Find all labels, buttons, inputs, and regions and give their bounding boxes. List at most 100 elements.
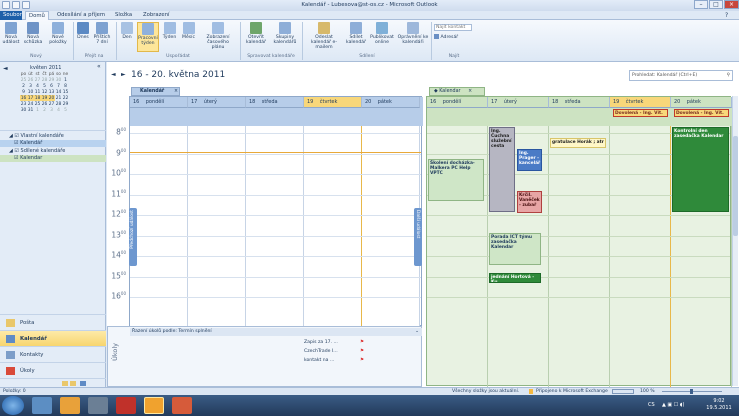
shared-day-header[interactable]: 18 středa (549, 97, 610, 108)
mini-calendar-day[interactable]: 30 (55, 77, 62, 83)
task-item[interactable]: Zapis za 17. ... ⚑ (304, 339, 364, 347)
calendar-button[interactable]: Kalendář (0, 330, 106, 346)
mini-calendar-day[interactable]: 26 (41, 101, 48, 107)
calendar-item[interactable]: ☑ Kalendar (0, 155, 106, 162)
open-calendar-button[interactable]: Otevřít kalendář (243, 22, 269, 52)
tray-icons[interactable]: ▲ ▣ ☐ ◖) (662, 402, 684, 408)
calendar-permissions-button[interactable]: Oprávnění ke kalendáři (397, 22, 429, 52)
vertical-scrollbar[interactable] (732, 96, 738, 386)
task-item[interactable]: CzechTrade I... ⚑ (304, 348, 364, 356)
allday-event[interactable]: Dovolená - Ing. Vít. (674, 109, 729, 117)
publish-online-button[interactable]: Publikovat online (369, 22, 395, 52)
shared-day-header[interactable]: 19 čtvrtek (610, 97, 671, 108)
mini-calendar-day[interactable]: 13 (48, 89, 55, 95)
next-event-bar[interactable]: Další událost (414, 208, 422, 266)
day-header[interactable]: 18 středa (246, 97, 304, 108)
mini-calendar-day[interactable]: 19 (41, 95, 48, 101)
mini-calendar-day[interactable]: 11 (34, 89, 41, 95)
task-item[interactable]: kontakt na ... ⚑ (304, 357, 364, 365)
prev-month-arrow-icon[interactable]: ◄ (3, 65, 8, 72)
mini-calendar-day[interactable]: 20 (48, 95, 55, 101)
mini-calendar-day[interactable]: 30 (20, 107, 27, 113)
mini-calendar-day[interactable]: 5 (62, 107, 69, 113)
day-column[interactable] (188, 126, 246, 326)
folder-icon[interactable] (62, 381, 68, 386)
scrollbar-thumb[interactable] (733, 136, 738, 236)
prev-week-arrow-icon[interactable]: ◄ (111, 71, 116, 78)
mini-calendar-day[interactable]: 29 (62, 101, 69, 107)
day-column[interactable] (130, 126, 188, 326)
shared-day-header[interactable]: 16 pondělí (427, 97, 488, 108)
mini-calendar-day[interactable]: 28 (41, 77, 48, 83)
my-calendars-header[interactable]: ◢ ☑ Vlastní kalendáře (0, 132, 106, 140)
tab-send-receive[interactable]: Odesílání a příjem (54, 11, 108, 20)
appointment[interactable]: jednání Hortová - Ku (489, 273, 541, 283)
mini-calendar-day[interactable]: 10 (27, 89, 34, 95)
tools-taskbar-icon[interactable] (88, 397, 108, 414)
mini-calendar-day[interactable]: 17 (27, 95, 34, 101)
mini-calendar-day[interactable]: 22 (62, 95, 69, 101)
day-column[interactable] (304, 126, 362, 326)
maximize-button[interactable]: □ (709, 0, 723, 9)
mini-calendar-day[interactable]: 25 (34, 101, 41, 107)
prev-event-bar[interactable]: Předchozí událost (129, 208, 137, 266)
appointment[interactable]: Kontrolní den zasedačka Kalendar (672, 127, 729, 212)
acrobat-taskbar-icon[interactable] (116, 397, 136, 414)
help-icon[interactable]: ? (725, 12, 728, 19)
zoom-slider-thumb[interactable] (690, 389, 693, 394)
address-book-button[interactable]: Adresář (434, 34, 458, 40)
mini-calendar-day[interactable]: 1 (34, 107, 41, 113)
tasks-sort-header[interactable]: Řazení úkolů podle: Termín splnění ⌄ (130, 328, 422, 336)
next-7-days-button[interactable]: Příštích 7 dní (92, 22, 112, 52)
folder-list-icon[interactable] (70, 381, 76, 386)
week-view-button[interactable]: Týden (161, 22, 178, 52)
email-calendar-button[interactable]: Odeslat kalendář e-mailem (305, 22, 343, 52)
schedule-view-button[interactable]: Zobrazení časového plánu (200, 22, 236, 52)
day-column[interactable] (246, 126, 304, 326)
appointment[interactable]: Ing. Čuchna služební cesta (489, 127, 515, 212)
mini-calendar-day[interactable]: 27 (34, 77, 41, 83)
tab-calendar[interactable]: Kalendář × (131, 87, 180, 96)
day-header[interactable]: 16 pondělí (130, 97, 188, 108)
mini-calendar-day[interactable]: 12 (41, 89, 48, 95)
appointment[interactable]: Ing. Prager - kancelář (517, 149, 542, 171)
tab-home[interactable]: Domů (25, 11, 49, 20)
close-tab-icon[interactable]: × (468, 89, 472, 94)
mini-calendar-day[interactable]: 4 (55, 107, 62, 113)
appointment[interactable]: gratulace Horák ; atr (550, 138, 606, 148)
appointment[interactable]: Školení docházka-Malkera PC Help VPTC (428, 159, 484, 201)
next-week-arrow-icon[interactable]: ► (121, 71, 126, 78)
mini-calendar-day[interactable]: 21 (55, 95, 62, 101)
powerpoint-taskbar-icon[interactable] (172, 397, 192, 414)
new-meeting-button[interactable]: Nová schůzka (23, 22, 43, 52)
start-button[interactable] (2, 396, 24, 415)
day-header[interactable]: 19 čtvrtek (304, 97, 362, 108)
close-tab-icon[interactable]: × (174, 89, 178, 94)
mini-calendar-day[interactable]: 27 (48, 101, 55, 107)
mini-calendar-day[interactable]: 3 (48, 107, 55, 113)
minimize-button[interactable]: – (694, 0, 708, 9)
new-items-button[interactable]: Nové položky (46, 22, 70, 52)
mini-calendar-day[interactable]: 26 (27, 77, 34, 83)
calendar-item[interactable]: ☑ Kalendář (0, 140, 106, 147)
tab-view[interactable]: Zobrazení (140, 11, 173, 20)
calendar-groups-button[interactable]: Skupiny kalendářů (271, 22, 299, 52)
shared-day-header[interactable]: 17 úterý (488, 97, 549, 108)
tab-folder[interactable]: Složka (112, 11, 135, 20)
flag-icon[interactable]: ⚑ (360, 348, 364, 356)
media-taskbar-icon[interactable] (60, 397, 80, 414)
mini-calendar-day[interactable]: 24 (27, 101, 34, 107)
mini-calendar-day[interactable]: 29 (48, 77, 55, 83)
share-calendar-button[interactable]: Sdílet kalendář (345, 22, 367, 52)
appointment[interactable]: Krčil. Vaněček - zubař (517, 191, 542, 213)
explorer-taskbar-icon[interactable] (32, 397, 52, 414)
overlay-arrow-icon[interactable]: ◆ (434, 89, 438, 94)
mini-calendar-day[interactable]: 31 (27, 107, 34, 113)
tasks-button[interactable]: Úkoly (0, 362, 106, 378)
allday-event[interactable]: Dovolená - Ing. Vít. (613, 109, 668, 117)
close-button[interactable]: × (724, 0, 739, 9)
day-column[interactable] (362, 126, 420, 326)
search-input[interactable]: Prohledat: Kalendář (Ctrl+E) ⚲ (629, 70, 733, 81)
view-buttons[interactable] (612, 389, 634, 394)
shared-day-header[interactable]: 20 pátek (671, 97, 732, 108)
